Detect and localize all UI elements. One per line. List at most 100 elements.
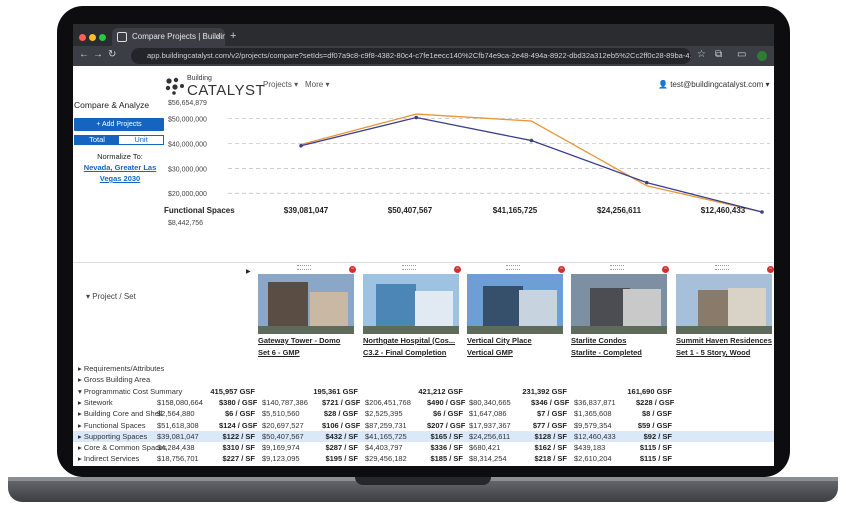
cell-total: $5,510,560 <box>262 409 300 419</box>
sidebar-icon[interactable]: ▭ <box>737 49 746 60</box>
nav-more[interactable]: More ▾ <box>305 80 329 89</box>
logo-text-big: CATALYST <box>187 82 266 99</box>
cell-total: $51,618,308 <box>157 420 199 430</box>
y-tick-label: $20,000,000 <box>168 191 207 198</box>
toggle-unit[interactable]: Unit <box>119 136 163 144</box>
drag-handle-icon[interactable] <box>402 265 416 270</box>
row-label[interactable]: ▾ Cost By System <box>78 465 137 467</box>
row-label[interactable]: ▸ Core & Common Spaces <box>78 442 167 453</box>
row-label[interactable]: ▸ Indirect Services <box>78 453 139 464</box>
total-unit-toggle: Total Unit <box>74 135 164 145</box>
forward-icon[interactable]: → <box>93 49 103 60</box>
table-row[interactable]: ▸ Indirect Services $18,756,701 $227 / SF $… <box>73 453 774 464</box>
remove-project-icon[interactable]: − <box>349 266 356 273</box>
profile-avatar[interactable] <box>757 51 767 61</box>
project-set-link[interactable]: C3.2 - Final Completion <box>363 348 463 357</box>
table-row[interactable]: ▸ Core & Common Spaces $4,284,438 $310 / S… <box>73 442 774 453</box>
table-row[interactable]: ▸ Supporting Spaces $39,081,047 $122 / SF $… <box>73 430 774 442</box>
cell-total: $80,340,665 <box>469 397 511 407</box>
project-name-link[interactable]: Northgate Hospital (Cos... <box>363 336 463 345</box>
row-label[interactable]: ▸ Supporting Spaces <box>78 431 147 442</box>
toggle-total[interactable]: Total <box>75 136 119 144</box>
bookmark-star-icon[interactable]: ☆ <box>697 49 706 60</box>
favicon-icon <box>117 32 127 42</box>
drag-handle-icon[interactable] <box>506 265 520 270</box>
cell-total: $9,579,354 <box>574 420 612 430</box>
data-point[interactable] <box>299 143 303 148</box>
cell-unit: $162 / SF <box>534 443 567 453</box>
table-row[interactable]: ▸ Building Core and Shell $2,564,880 $6 / … <box>73 408 774 419</box>
series-line <box>300 116 763 213</box>
project-name-link[interactable]: Vertical City Place <box>467 336 567 345</box>
project-set-link[interactable]: Set 6 - GMP <box>258 348 358 357</box>
table-row[interactable]: ▸ Sitework $158,080,664 $380 / GSF $140,787… <box>73 397 774 408</box>
cell-unit: 421,212 GSF <box>418 386 463 396</box>
cell-total: $2,525,395 <box>365 409 403 419</box>
project-name-link[interactable]: Gateway Tower - Domo <box>258 336 358 345</box>
project-card[interactable]: − Starlite Condos Starlite - Completed <box>568 264 671 359</box>
cell-unit: $106 / GSF <box>322 420 361 430</box>
address-bar[interactable]: app.buildingcatalyst.com/v2/projects/com… <box>131 48 691 64</box>
cell-unit: $432 / SF <box>325 431 358 441</box>
cell-total: $1,647,086 <box>469 409 507 419</box>
project-card[interactable]: − Vertical City Place Vertical GMP <box>464 264 567 359</box>
table-row[interactable]: ▸ Requirements/Attributes <box>73 363 774 374</box>
browser-tab[interactable]: Compare Projects | Building C × <box>112 28 225 46</box>
extensions-icon[interactable]: ⧉ <box>715 49 722 60</box>
row-label[interactable]: ▸ Requirements/Attributes <box>78 363 164 374</box>
remove-project-icon[interactable]: − <box>662 266 669 273</box>
cell-total: $18,756,701 <box>157 454 199 464</box>
cell-total: $8,314,254 <box>469 454 507 464</box>
laptop-frame: Compare Projects | Building C × + ← → ↻ … <box>0 0 846 513</box>
project-set-link[interactable]: Set 1 - 5 Story, Wood <box>676 348 774 357</box>
cell-unit: $92 / SF <box>643 431 672 441</box>
data-point[interactable] <box>414 115 419 120</box>
nav-projects[interactable]: Projects ▾ <box>263 80 298 89</box>
project-set-link[interactable]: Starlite - Completed <box>571 348 671 357</box>
data-point[interactable] <box>529 138 534 143</box>
project-name-link[interactable]: Starlite Condos <box>571 336 671 345</box>
drag-handle-icon[interactable] <box>297 265 311 270</box>
table-row[interactable]: ▸ Functional Spaces $51,618,308 $124 / GSF… <box>73 420 774 431</box>
add-projects-button[interactable]: + Add Projects <box>74 118 164 131</box>
remove-project-icon[interactable]: − <box>454 266 461 273</box>
remove-project-icon[interactable]: − <box>558 266 565 273</box>
row-label[interactable]: ▸ Gross Building Area <box>78 374 150 385</box>
close-window-button[interactable] <box>79 34 86 41</box>
table-row[interactable]: ▸ Gross Building Area <box>73 374 774 385</box>
table-row[interactable]: ▾ Programmatic Cost Summary 415,957 GSF 19… <box>73 386 774 397</box>
row-label[interactable]: ▾ Programmatic Cost Summary <box>78 386 182 397</box>
cost-line-chart: $56,654,879 $50,000,000 $40,000,000 $30,000… <box>168 100 770 227</box>
expand-arrow-icon[interactable]: ▶ <box>246 268 251 275</box>
cell-total: $17,937,367 <box>469 420 511 430</box>
back-icon[interactable]: ← <box>79 49 89 60</box>
drag-handle-icon[interactable] <box>715 265 729 270</box>
project-card[interactable]: − Gateway Tower - Domo Set 6 - GMP <box>255 264 358 359</box>
table-row[interactable]: ▾ Cost By System $25,434,837 $61 / GSF $24,… <box>73 465 774 467</box>
new-tab-icon[interactable]: + <box>230 30 236 42</box>
remove-project-icon[interactable]: − <box>767 266 774 273</box>
project-name-link[interactable]: Summit Haven Residences <box>676 336 774 345</box>
drag-handle-icon[interactable] <box>610 265 624 270</box>
reload-icon[interactable]: ↻ <box>108 49 116 60</box>
data-point[interactable] <box>644 180 649 185</box>
app-page: Building CATALYST Projects ▾ More ▾ 👤 te… <box>73 66 774 466</box>
project-card[interactable]: − Summit Haven Residences Set 1 - 5 Story,… <box>673 264 774 359</box>
maximize-window-button[interactable] <box>99 34 106 41</box>
row-label[interactable]: ▸ Building Core and Shell <box>78 408 162 419</box>
data-point[interactable] <box>760 210 764 214</box>
cell-unit: 161,690 GSF <box>627 386 672 396</box>
user-menu[interactable]: 👤 test@buildingcatalyst.com ▾ <box>658 80 769 89</box>
cell-total: $680,421 <box>469 443 501 453</box>
url-text: app.buildingcatalyst.com/v2/projects/com… <box>147 51 691 60</box>
project-set-label: Project / Set <box>92 292 136 301</box>
cell-unit: $115 / SF <box>639 454 672 464</box>
row-label[interactable]: ▸ Functional Spaces <box>78 420 146 431</box>
cell-total: $25,434,837 <box>157 465 199 467</box>
project-set-link[interactable]: Vertical GMP <box>467 348 567 357</box>
normalize-location-link[interactable]: Nevada, Greater Las Vegas 2030 <box>74 162 166 184</box>
close-tab-icon[interactable]: × <box>216 28 221 46</box>
minimize-window-button[interactable] <box>89 34 96 41</box>
row-label[interactable]: ▸ Sitework <box>78 397 113 408</box>
project-card[interactable]: − Northgate Hospital (Cos... C3.2 - Final … <box>360 264 463 359</box>
